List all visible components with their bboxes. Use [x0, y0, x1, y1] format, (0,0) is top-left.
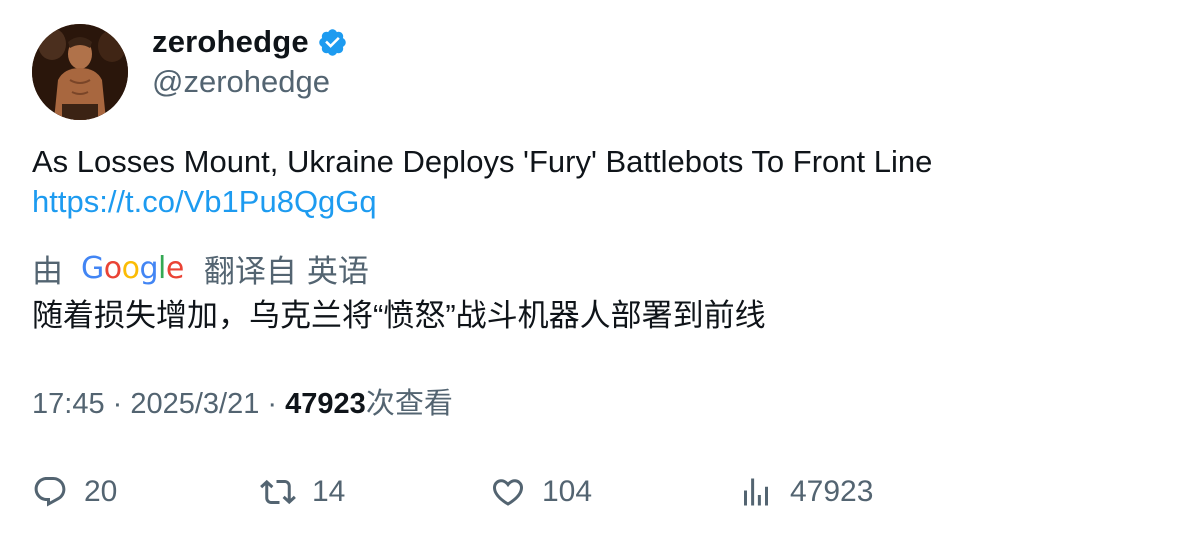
tweet-meta: 17:45 · 2025/3/21 · 47923次查看 — [32, 384, 453, 424]
google-logo-letter: e — [165, 250, 184, 286]
google-logo-letter: o — [121, 250, 140, 286]
google-logo[interactable]: G o o g l e — [81, 251, 184, 286]
avatar[interactable] — [32, 24, 128, 120]
reply-icon — [34, 477, 66, 507]
tweet-time[interactable]: 17:45 — [32, 388, 105, 420]
tweet-date[interactable]: 2025/3/21 — [130, 388, 259, 420]
google-logo-letter: l — [158, 250, 166, 286]
reply-button[interactable]: 20 — [32, 470, 117, 514]
google-logo-letter: o — [103, 250, 122, 286]
tweet-body: As Losses Mount, Ukraine Deploys 'Fury' … — [32, 144, 933, 179]
meta-separator: · — [259, 388, 286, 420]
views-label: 次查看 — [365, 388, 453, 420]
action-bar: 20 14 104 47923 — [32, 470, 1162, 514]
avatar-image — [32, 24, 128, 120]
google-logo-letter: g — [139, 250, 159, 286]
translated-from-label: 翻译自 — [203, 253, 297, 289]
tweet-link[interactable]: https://t.co/Vb1Pu8QgGq — [32, 182, 1162, 222]
like-button[interactable]: 104 — [490, 470, 592, 514]
like-count: 104 — [542, 475, 593, 508]
like-icon — [492, 479, 524, 506]
meta-separator: · — [104, 388, 131, 420]
views-action-count: 47923 — [790, 475, 874, 508]
translated-text: 随着损失增加，乌克兰将“愤怒”战斗机器人部署到前线 — [32, 298, 766, 333]
tweet-text: As Losses Mount, Ukraine Deploys 'Fury' … — [32, 142, 1162, 222]
retweet-button[interactable]: 14 — [260, 470, 345, 514]
retweet-icon — [260, 479, 296, 505]
google-logo-letter: G — [81, 250, 104, 286]
source-language: 英语 — [306, 253, 369, 289]
reply-count: 20 — [84, 475, 118, 508]
translation-attribution: 由 G o o g l e 翻译自 英语 — [32, 247, 369, 289]
views-count: 47923 — [285, 388, 366, 420]
views-button[interactable]: 47923 — [738, 470, 873, 514]
author-display-name[interactable]: zerohedge — [152, 24, 309, 60]
retweet-count: 14 — [312, 475, 346, 508]
author-name-row: zerohedge — [152, 24, 348, 60]
verified-badge-icon[interactable] — [317, 27, 348, 58]
tweet-card: zerohedge @zerohedge As Losses Mount, Uk… — [0, 0, 1196, 538]
views-icon — [744, 478, 768, 506]
translation-prefix: 由 — [32, 253, 63, 289]
author-handle[interactable]: @zerohedge — [152, 64, 330, 100]
